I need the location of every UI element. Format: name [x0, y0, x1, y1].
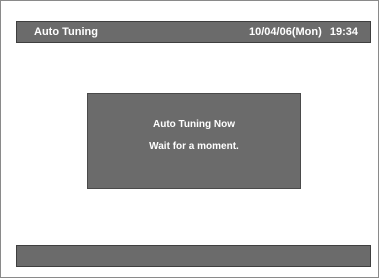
tv-screen: Auto Tuning 10/04/06(Mon) 19:34 Auto Tun…: [0, 0, 379, 278]
auto-tuning-dialog: Auto Tuning Now Wait for a moment.: [87, 93, 301, 189]
title-bar: Auto Tuning 10/04/06(Mon) 19:34: [16, 21, 371, 43]
date-display: 10/04/06(Mon): [249, 26, 322, 38]
page-title: Auto Tuning: [34, 26, 98, 38]
dialog-wait-message: Wait for a moment.: [149, 141, 239, 152]
dialog-message: Auto Tuning Now: [152, 119, 235, 130]
time-display: 19:34: [329, 26, 358, 38]
status-bar: [16, 245, 371, 267]
